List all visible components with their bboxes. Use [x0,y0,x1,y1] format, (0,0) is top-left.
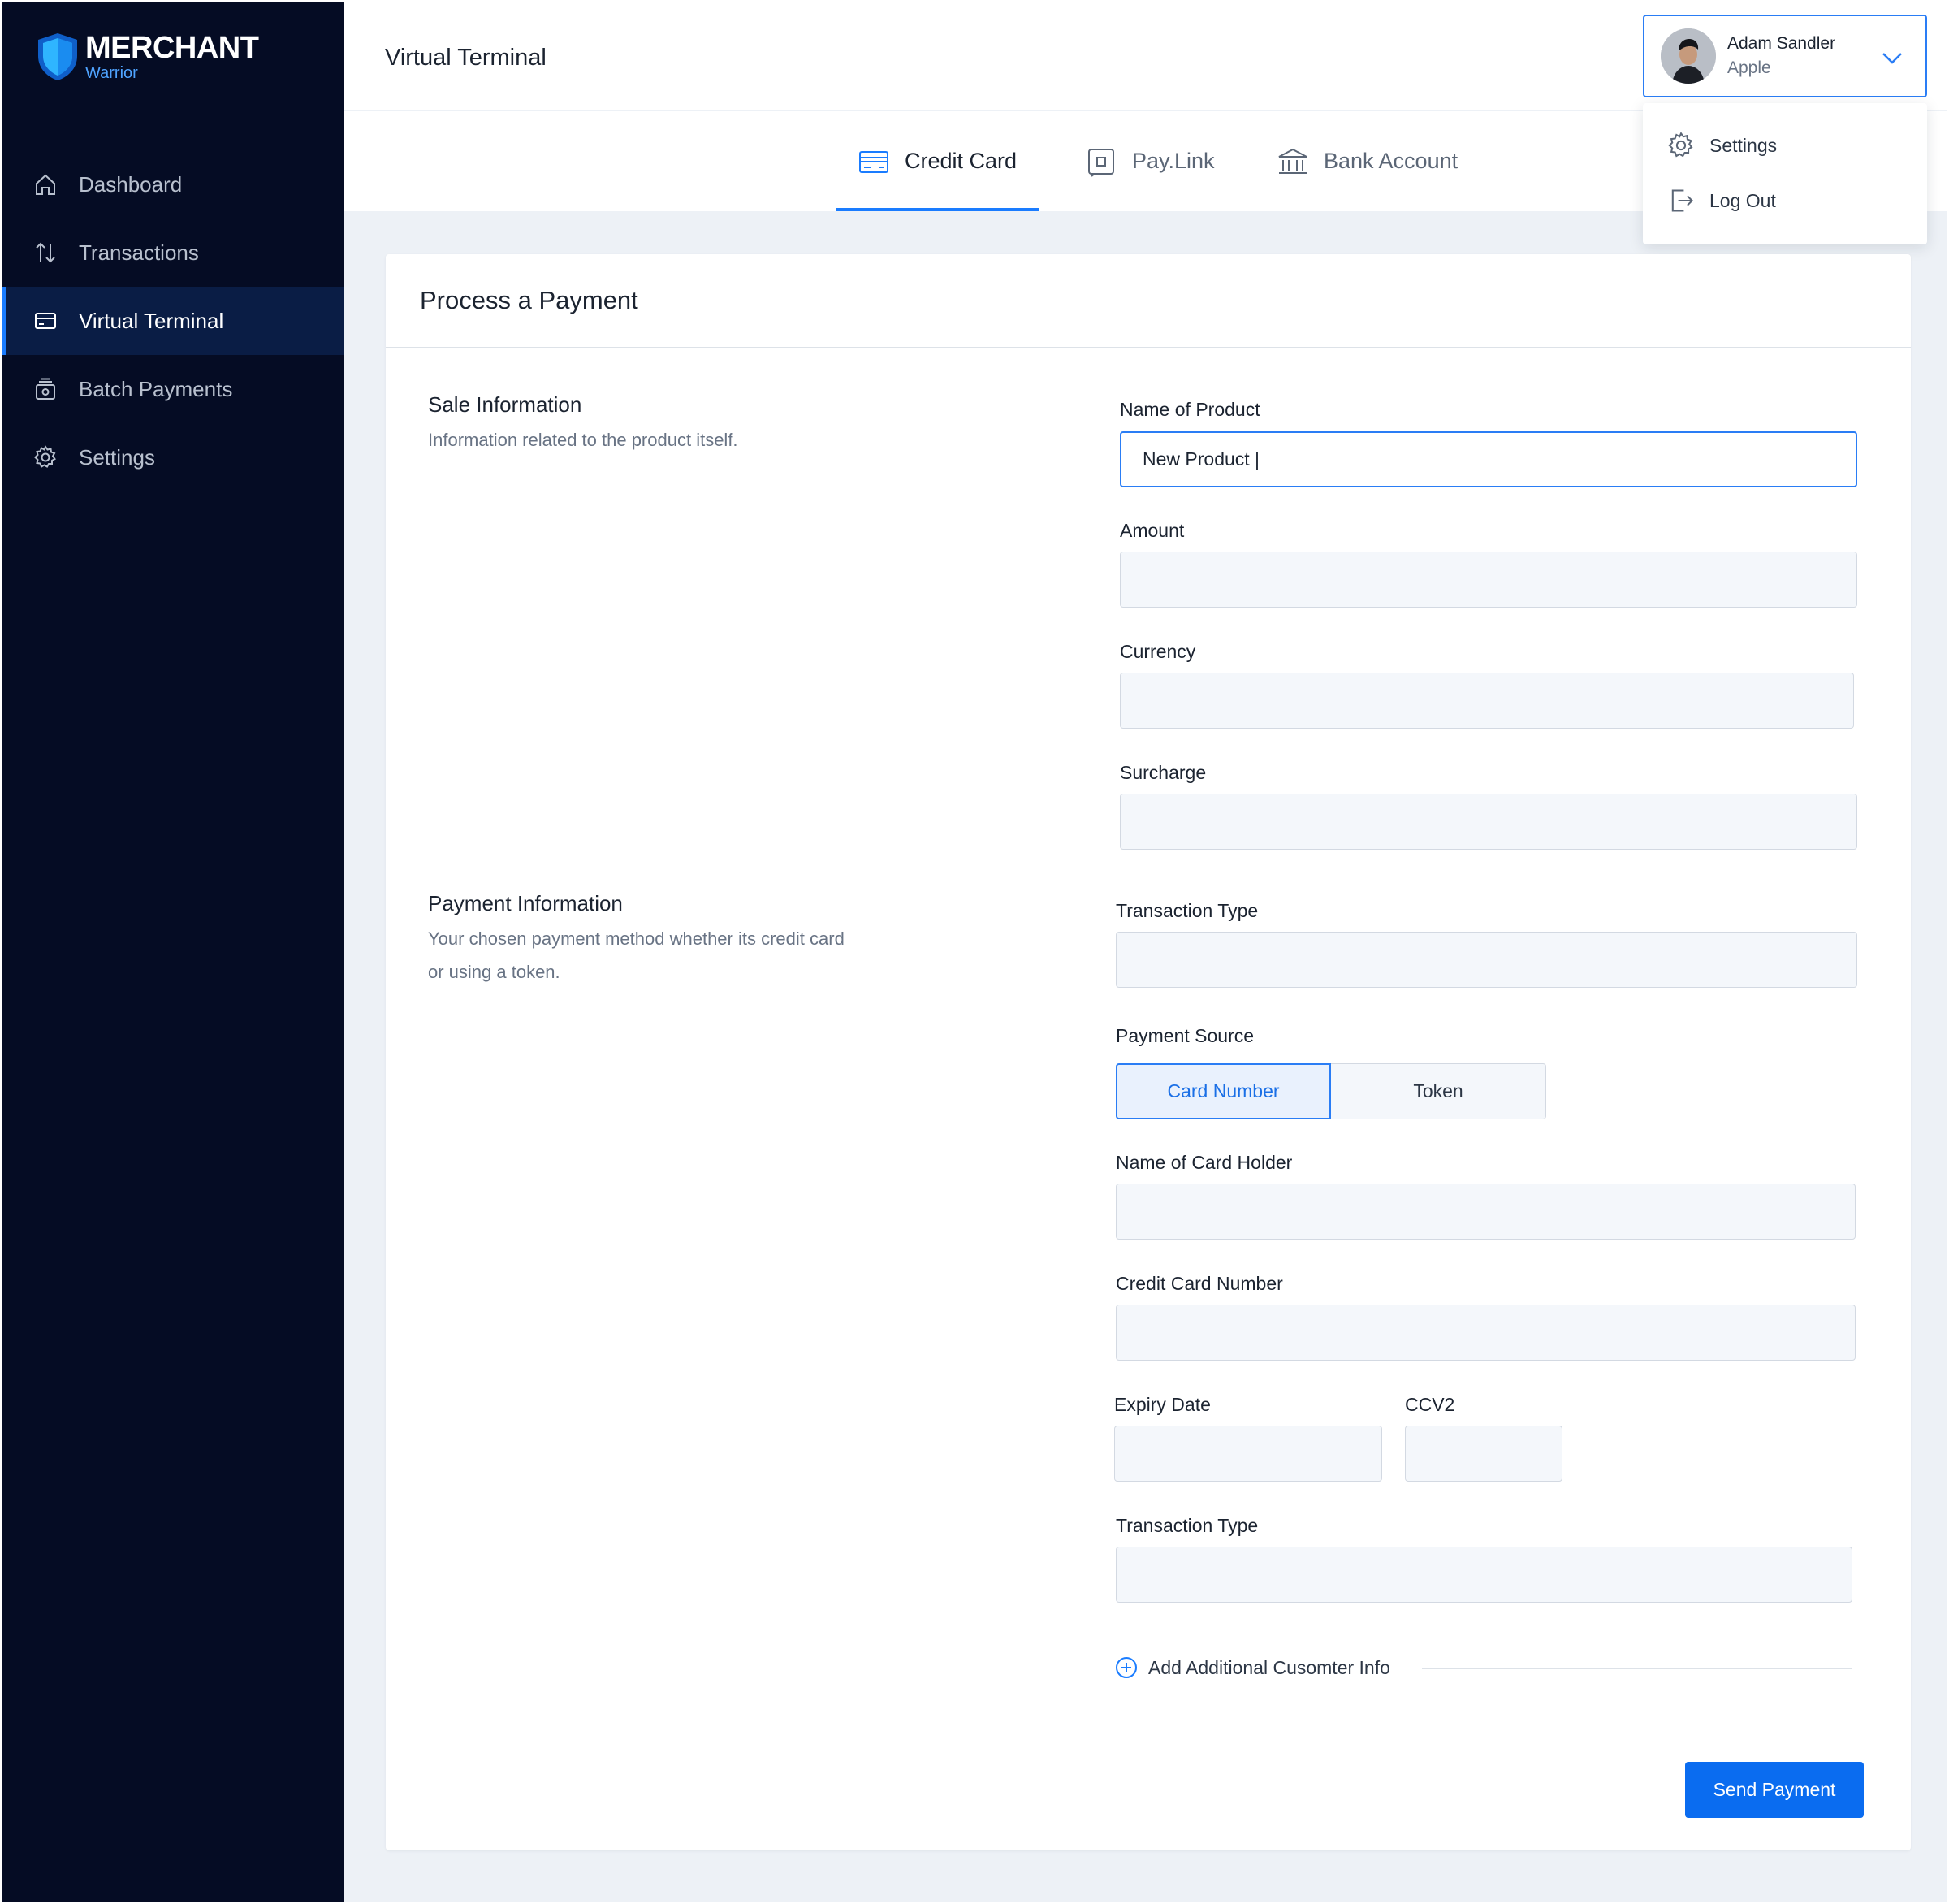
user-name: Adam Sandler [1727,34,1836,53]
sidebar-item-batch-payments[interactable]: Batch Payments [2,355,344,423]
transaction-type-2-label: Transaction Type [1116,1515,1259,1536]
tab-bank-account[interactable]: Bank Account [1277,111,1458,211]
sale-info-title: Sale Information [428,392,582,417]
sidebar-item-virtual-terminal[interactable]: Virtual Terminal [2,287,344,355]
chevron-down-icon [1882,53,1902,64]
sidebar-item-label: Batch Payments [79,376,233,401]
payment-source-token[interactable]: Token [1331,1063,1546,1119]
sidebar: MERCHANT Warrior Dashboard Transactions [2,2,344,1902]
brand-logo[interactable]: MERCHANT Warrior [35,31,259,82]
surcharge-label: Surcharge [1120,762,1207,783]
payment-info-title: Payment Information [428,891,623,915]
card-number-input[interactable] [1116,1305,1856,1361]
amount-label: Amount [1120,520,1185,541]
logout-icon [1671,189,1694,212]
card-number-label: Credit Card Number [1116,1273,1283,1294]
add-customer-info-link[interactable]: Add Additional Cusomter Info [1114,1655,1390,1680]
payment-source-card-number[interactable]: Card Number [1116,1063,1331,1119]
payment-form-card: Process a Payment Sale Information Infor… [386,254,1911,1850]
payment-info-desc-line1: Your chosen payment method whether its c… [428,928,845,949]
transaction-type-2-input[interactable] [1116,1547,1852,1603]
card-holder-input[interactable] [1116,1184,1856,1240]
tab-label: Credit Card [905,149,1018,173]
transaction-type-input[interactable] [1116,932,1857,988]
brand-title: MERCHANT [85,31,259,65]
avatar [1661,28,1716,84]
menu-item-settings[interactable]: Settings [1667,129,1777,162]
add-customer-info-label: Add Additional Cusomter Info [1148,1656,1390,1678]
home-icon [36,174,55,195]
send-payment-button[interactable]: Send Payment [1685,1762,1864,1818]
sidebar-item-label: Virtual Terminal [79,308,224,333]
credit-card-icon [859,150,888,173]
plus-circle-icon [1116,1657,1137,1678]
currency-input[interactable] [1120,673,1854,729]
payment-source-label: Payment Source [1116,1025,1255,1046]
sidebar-item-label: Dashboard [79,171,183,197]
sidebar-item-transactions[interactable]: Transactions [2,219,344,287]
menu-item-label: Settings [1709,134,1778,156]
ccv2-label: CCV2 [1405,1394,1455,1415]
user-avatar-icon [1661,28,1716,84]
product-name-input[interactable] [1120,431,1857,487]
card-title: Process a Payment [386,254,1911,348]
menu-item-logout[interactable]: Log Out [1667,184,1776,217]
user-dropdown-menu: Settings Log Out [1643,103,1927,244]
sidebar-item-dashboard[interactable]: Dashboard [2,150,344,219]
gear-icon [1668,132,1693,158]
menu-item-label: Log Out [1709,189,1776,211]
batch-icon [36,378,55,400]
sidebar-item-label: Transactions [79,240,199,265]
app-window: MERCHANT Warrior Dashboard Transactions [2,2,1947,1902]
sidebar-item-settings[interactable]: Settings [2,423,344,491]
tab-paylink[interactable]: Pay.Link [1085,111,1215,211]
ccv2-input[interactable] [1405,1426,1562,1482]
bank-icon [1278,148,1307,174]
divider [1422,1668,1852,1669]
sidebar-item-label: Settings [79,444,155,470]
payment-info-desc-line2: or using a token. [428,962,560,982]
card-holder-label: Name of Card Holder [1116,1152,1293,1173]
user-menu-toggle[interactable]: Adam Sandler Apple [1643,15,1927,97]
product-name-label: Name of Product [1120,399,1260,420]
sidebar-nav: Dashboard Transactions Virtual Terminal [2,150,344,491]
user-org: Apple [1727,58,1771,77]
transaction-type-label: Transaction Type [1116,900,1259,921]
shield-logo-icon [38,33,77,80]
sale-info-desc: Information related to the product itsel… [428,430,738,450]
card-icon [35,313,56,329]
gear-icon [34,445,56,468]
paylink-icon [1088,148,1114,177]
currency-label: Currency [1120,641,1196,662]
page-title: Virtual Terminal [385,45,547,71]
expiry-date-label: Expiry Date [1114,1394,1211,1415]
amount-input[interactable] [1120,552,1857,608]
tab-label: Pay.Link [1132,149,1215,173]
expiry-date-input[interactable] [1114,1426,1382,1482]
tab-credit-card[interactable]: Credit Card [836,111,1039,211]
arrows-updown-icon [36,242,55,263]
surcharge-input[interactable] [1120,794,1857,850]
tab-label: Bank Account [1324,149,1459,173]
brand-subtitle: Warrior [85,64,138,82]
